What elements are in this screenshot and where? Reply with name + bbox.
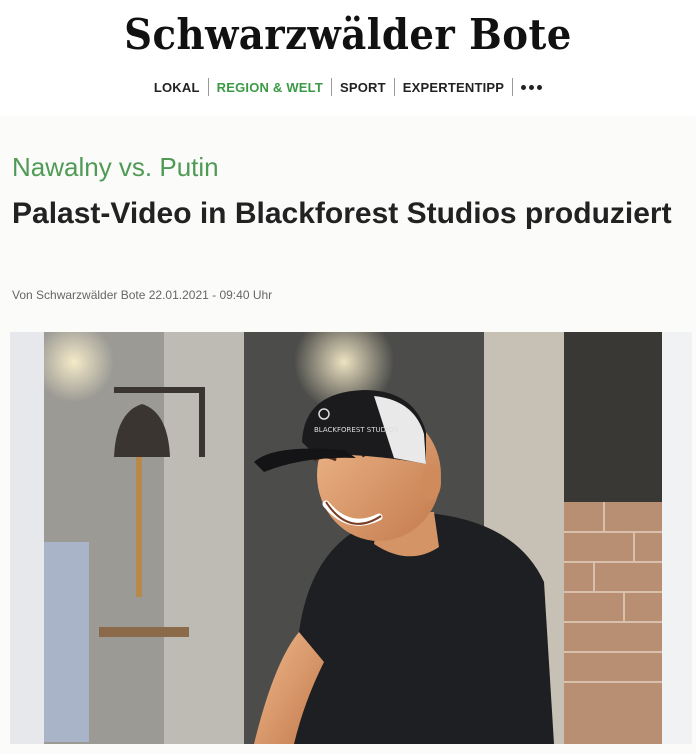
cap-logo-text: BLACKFOREST STUDIOS <box>314 426 399 434</box>
more-dots-icon[interactable] <box>513 84 550 90</box>
main-nav: LOKAL REGION & WELT SPORT EXPERTENTIPP <box>0 78 696 96</box>
nav-item-sport[interactable]: SPORT <box>332 80 394 95</box>
article-photo[interactable]: BLACKFOREST STUDIOS <box>44 332 662 744</box>
article-headline: Palast-Video in Blackforest Studios prod… <box>12 197 672 230</box>
article-kicker: Nawalny vs. Putin <box>12 152 219 182</box>
article-header: Nawalny vs. Putin Palast-Video in Blackf… <box>0 116 696 332</box>
photo-illustration: BLACKFOREST STUDIOS <box>44 332 662 744</box>
nav-item-expertentipp[interactable]: EXPERTENTIPP <box>395 80 512 95</box>
photo-border-left <box>10 332 44 744</box>
masthead: Schwarzwälder Bote LOKAL REGION & WELT S… <box>0 0 696 116</box>
photo-frame: BLACKFOREST STUDIOS <box>0 332 696 754</box>
nav-item-region-welt[interactable]: REGION & WELT <box>209 80 331 95</box>
photo-border-right <box>662 332 692 744</box>
nav-item-lokal[interactable]: LOKAL <box>146 80 208 95</box>
article-byline: Von Schwarzwälder Bote 22.01.2021 - 09:4… <box>12 288 273 302</box>
site-logo[interactable]: Schwarzwälder Bote <box>28 10 668 59</box>
